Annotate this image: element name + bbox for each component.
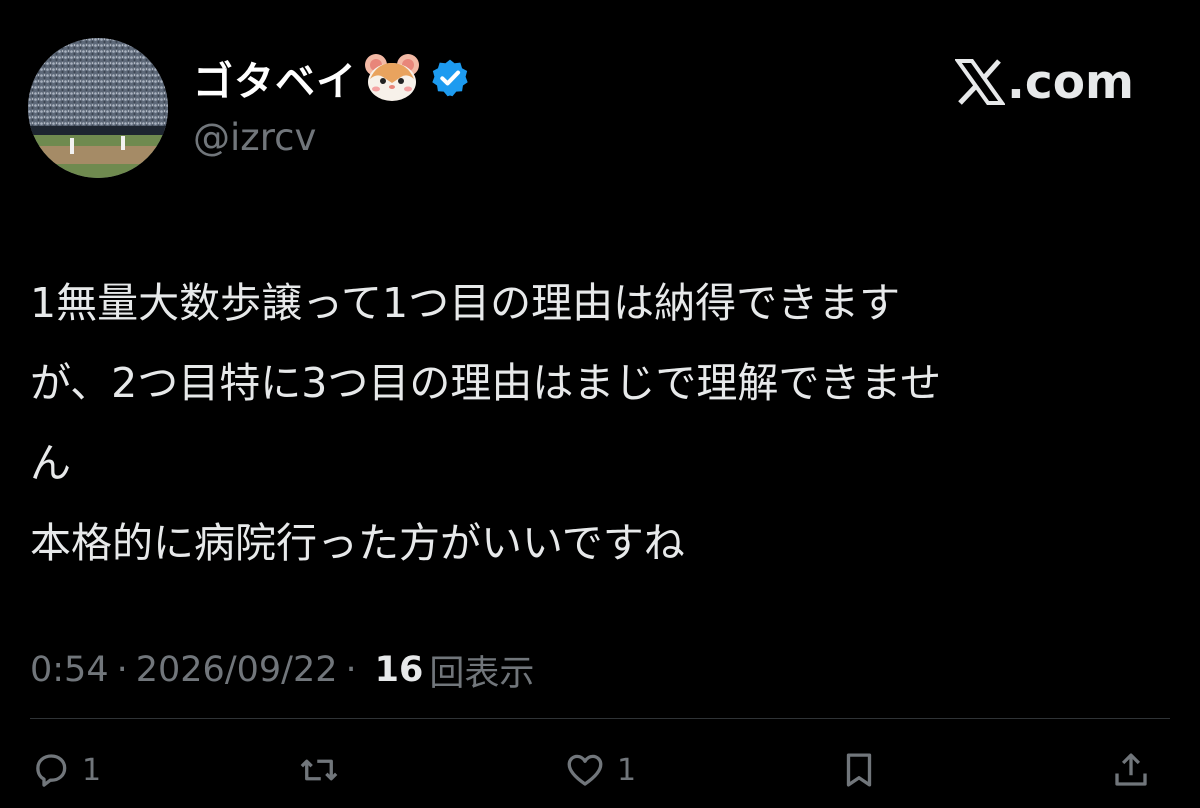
display-name[interactable]: ゴタベイ (193, 49, 357, 107)
hamster-face-icon (365, 54, 419, 101)
reply-button[interactable]: 1 (30, 740, 101, 800)
views-label: 回表示 (429, 653, 535, 694)
verified-badge-icon[interactable] (429, 57, 471, 99)
bookmark-button[interactable] (838, 740, 880, 800)
tweet-line: が、2つ目特に3つ目の理由はまじで理解できませ (30, 359, 942, 407)
bookmark-icon (846, 753, 872, 787)
tweet-line: 本格的に病院行った方がいいですね (30, 519, 685, 567)
reply-count: 1 (82, 752, 102, 788)
brand-domain-text: .com (1007, 54, 1134, 110)
repost-button[interactable] (297, 740, 351, 800)
reply-icon (36, 754, 67, 787)
meta-separator: · (345, 650, 357, 690)
avatar-stadium-photo (28, 38, 168, 178)
tweet-time[interactable]: 0:54 (30, 650, 109, 690)
tweet-text: 1無量大数歩譲って1つ目の理由は納得できます が、2つ目特に3つ目の理由はまじで… (30, 263, 1170, 583)
tweet-line: 1無量大数歩譲って1つ目の理由は納得できます (30, 279, 901, 327)
name-row: ゴタベイ (193, 48, 471, 108)
tweet-card: ゴタベイ @izrcv .com 1無量大数歩譲って1つ目の理由は納得できます … (0, 0, 1200, 808)
views-count: 16 (374, 650, 424, 690)
divider (30, 718, 1170, 719)
share-button[interactable] (1110, 740, 1152, 800)
x-logo-icon (955, 59, 1006, 105)
tweet-date[interactable]: 2026/09/22 (136, 650, 338, 690)
like-button[interactable]: 1 (563, 740, 636, 800)
repost-icon (300, 759, 338, 781)
action-bar: 1 1 (0, 740, 1200, 808)
tweet-meta: 0:54 · 2026/09/22 · 16 回表示 (30, 642, 534, 698)
share-icon (1115, 753, 1147, 786)
x-com-brand: .com (955, 52, 1134, 112)
avatar[interactable] (28, 38, 168, 178)
heart-icon (567, 754, 603, 786)
meta-separator: · (116, 650, 128, 690)
user-handle[interactable]: @izrcv (193, 116, 316, 159)
tweet-line: ん (30, 439, 71, 487)
like-count: 1 (617, 752, 637, 788)
